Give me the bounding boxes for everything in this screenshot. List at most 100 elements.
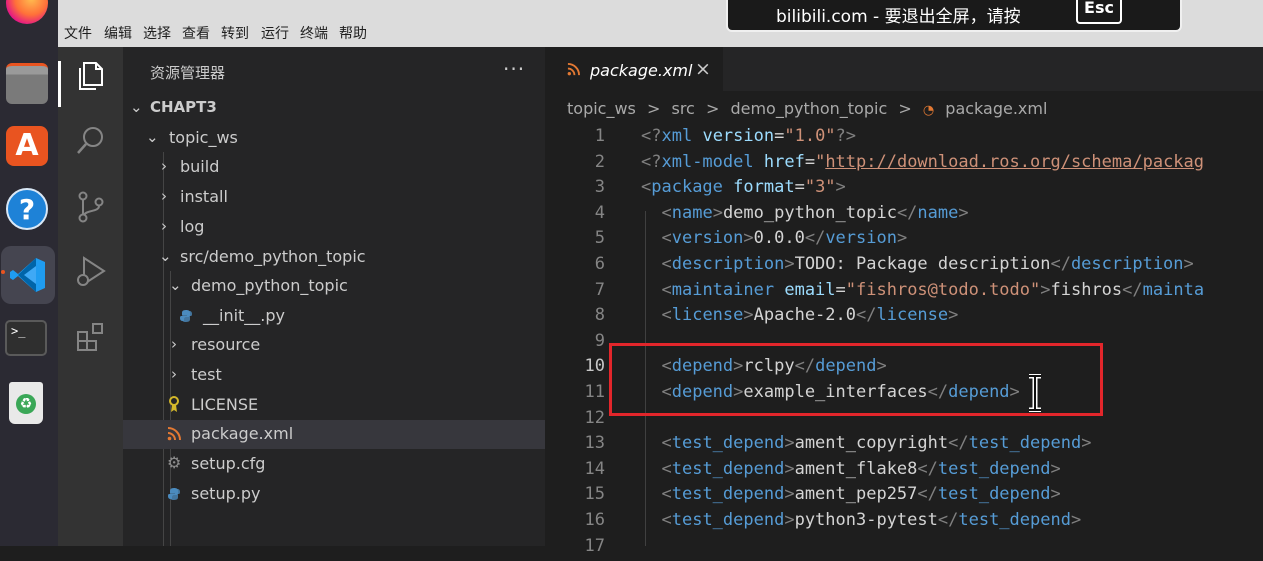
tree-item-install[interactable]: › install <box>123 183 545 212</box>
tree-item-license[interactable]: LICENSE <box>123 391 545 420</box>
breadcrumb-topic-ws[interactable]: topic_ws <box>567 99 636 118</box>
python-file-icon <box>168 488 180 500</box>
code-token: </ <box>804 228 826 249</box>
tree-item-setup-py[interactable]: setup.py <box>123 480 545 509</box>
tab-package-xml[interactable]: package.xml × <box>545 47 723 91</box>
tree-item-build[interactable]: › build <box>123 153 545 182</box>
code-token: </ <box>917 484 938 505</box>
code-token: description <box>671 254 785 274</box>
code-token: license <box>876 305 949 326</box>
code-line[interactable]: 8 <license>Apache-2.0</license> <box>545 305 1263 330</box>
code-line[interactable]: 2 <?xml-model href="http://download.ros.o… <box>545 152 1263 177</box>
code-token: </ <box>948 433 969 454</box>
tree-item-chapt3[interactable]: ⌄ CHAPT3 <box>123 94 545 123</box>
code-token: version <box>671 228 744 249</box>
code-token: " <box>815 151 826 172</box>
firefox-icon[interactable] <box>6 0 48 24</box>
tree-item-demo-python-topic[interactable]: ⌄ demo_python_topic <box>123 272 545 301</box>
breadcrumb-package-xml[interactable]: package.xml <box>945 99 1047 118</box>
code-text: <test_depend>ament_copyright</test_depen… <box>641 433 1091 453</box>
code-token: < <box>661 279 672 300</box>
line-number: 16 <box>584 510 605 530</box>
menu-terminal[interactable]: 终端 <box>300 23 328 43</box>
code-line[interactable]: 16 <test_depend>python3-pytest</test_dep… <box>545 510 1263 535</box>
tree-item-resource[interactable]: › resource <box>123 331 545 360</box>
breadcrumb-demo-python-topic[interactable]: demo_python_topic <box>730 99 887 118</box>
line-number: 9 <box>594 330 605 351</box>
terminal-icon[interactable]: >_ <box>5 320 47 356</box>
code-token: python3-pytest <box>794 510 938 530</box>
activity-bar <box>58 47 123 546</box>
code-token: "fishros@todo.todo" <box>845 279 1041 300</box>
code-token: xml-model <box>661 151 754 172</box>
tree-item-test[interactable]: › test <box>123 361 545 390</box>
editor-area: package.xml × topic_ws > src > demo_pyth… <box>545 47 1263 556</box>
code-token: test_depend <box>671 484 785 505</box>
breadcrumb-src[interactable]: src <box>671 99 694 118</box>
explorer-icon[interactable] <box>74 59 108 93</box>
code-line[interactable]: 14 <test_depend>ament_flake8</test_depen… <box>545 459 1263 484</box>
code-token: < <box>661 458 672 479</box>
ubuntu-dock: A ? >_ ♻ <box>0 0 58 546</box>
code-text: <description>TODO: Package description</… <box>641 254 1193 274</box>
code-line[interactable]: 5 <version>0.0.0</version> <box>545 228 1263 253</box>
tree-item-init-py[interactable]: __init__.py <box>123 302 545 331</box>
close-icon[interactable]: × <box>695 58 711 80</box>
code-line[interactable]: 1 <?xml version="1.0"?> <box>545 126 1263 151</box>
menu-run[interactable]: 运行 <box>261 23 289 43</box>
files-icon[interactable] <box>6 63 48 104</box>
code-line[interactable]: 13 <test_depend>ament_copyright</test_de… <box>545 433 1263 458</box>
code-token: license <box>671 305 744 326</box>
menu-selection[interactable]: 选择 <box>143 23 171 43</box>
tree-item-package-xml[interactable]: package.xml <box>123 420 545 449</box>
tree-item-log[interactable]: › log <box>123 213 545 242</box>
help-icon[interactable]: ? <box>6 188 48 230</box>
code-token: maintainer <box>671 279 775 300</box>
run-debug-icon[interactable] <box>74 254 108 288</box>
source-control-icon[interactable] <box>74 190 108 224</box>
code-token: > <box>896 228 908 249</box>
search-icon[interactable] <box>74 124 108 158</box>
tree-item-topic-ws[interactable]: ⌄ topic_ws <box>123 124 545 153</box>
tree-item-src-demo-python-topic[interactable]: ⌄ src/demo_python_topic <box>123 243 545 272</box>
menu-go[interactable]: 转到 <box>221 23 249 43</box>
line-number: 14 <box>584 458 605 479</box>
code-token: ?> <box>835 126 857 146</box>
vscode-logo <box>10 258 45 292</box>
software-icon[interactable]: A <box>6 126 48 166</box>
menu-file[interactable]: 文件 <box>64 23 92 43</box>
code-token: > <box>1081 433 1092 454</box>
code-token: test_depend <box>671 510 785 530</box>
code-token: test_depend <box>937 484 1051 505</box>
code-line[interactable]: 17 <box>545 536 1263 561</box>
code-token: > <box>958 202 969 223</box>
menu-edit[interactable]: 编辑 <box>104 23 132 43</box>
line-number: 11 <box>584 382 605 402</box>
menu-help[interactable]: 帮助 <box>339 23 367 43</box>
code-token: > <box>1040 279 1051 300</box>
tree-item-setup-cfg[interactable]: ⚙ setup.cfg <box>123 450 545 479</box>
code-token: </ <box>1050 254 1071 274</box>
trash-icon[interactable]: ♻ <box>9 382 43 424</box>
code-line[interactable]: 6 <description>TODO: Package description… <box>545 254 1263 279</box>
code-line[interactable]: 3 <package format="3"> <box>545 177 1263 202</box>
code-line[interactable]: 15 <test_depend>ament_pep257</test_depen… <box>545 484 1263 509</box>
code-token: > <box>1070 510 1082 530</box>
menu-view[interactable]: 查看 <box>182 23 210 43</box>
code-line[interactable]: 4 <name>demo_python_topic</name> <box>545 203 1263 228</box>
code-token: < <box>661 254 672 274</box>
chevron-down-icon: ⌄ <box>130 98 143 116</box>
line-number: 10 <box>584 356 605 377</box>
code-line[interactable]: 7 <maintainer email="fishros@todo.todo">… <box>545 280 1263 305</box>
extensions-icon[interactable] <box>74 320 108 354</box>
more-actions-icon[interactable]: ··· <box>503 57 525 81</box>
chevron-down-icon: ⌄ <box>169 276 182 294</box>
tab-label: package.xml <box>590 61 693 80</box>
code-token: < <box>661 202 672 223</box>
code-token: TODO: Package description <box>794 254 1051 274</box>
code-token: description <box>1070 254 1184 274</box>
vscode-icon[interactable] <box>1 246 55 304</box>
